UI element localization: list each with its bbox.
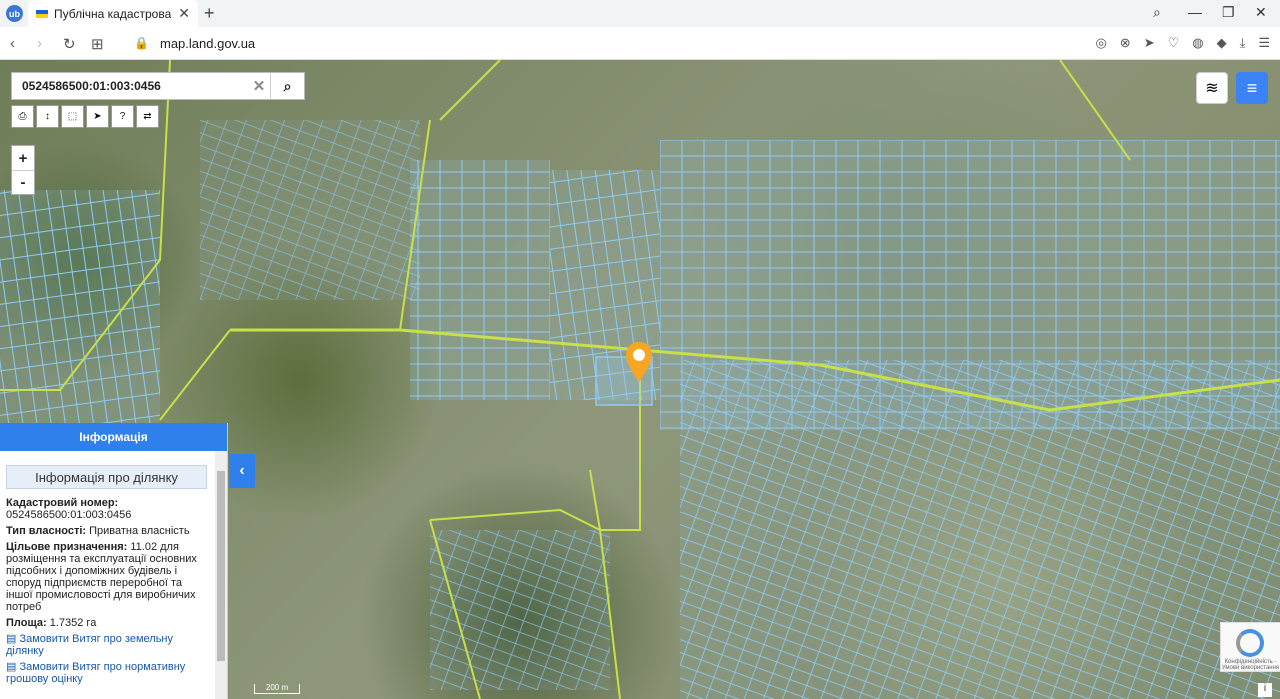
heart-icon[interactable]: ♡ [1168,35,1180,51]
area-value: 1.7352 га [49,617,97,629]
route-icon[interactable]: ⇄ [136,105,159,128]
zoom-control: + - [11,145,35,195]
map-tools: ⎙ ↕ ⬚ ➤ ? ⇄ [11,105,159,128]
measure-area-icon[interactable]: ⬚ [61,105,84,128]
info-icon[interactable]: i [1258,683,1272,697]
print-icon[interactable]: ⎙ [11,105,34,128]
recaptcha-badge[interactable]: Конфіденційність - Умови використання [1220,622,1280,672]
cube-icon[interactable]: ◆ [1217,35,1227,51]
browser-logo-icon[interactable]: ub [6,5,23,22]
order-extract-link[interactable]: ▤ Замовити Витяг про земельну ділянку [6,633,207,657]
maximize-icon[interactable]: ❐ [1222,4,1235,21]
hamburger-icon: ≡ [1246,77,1258,98]
settings-icon[interactable]: ☰ [1258,35,1270,51]
search-input[interactable]: 0524586500:01:003:0456 [12,79,248,93]
location-pin-icon[interactable] [624,340,654,384]
search-icon: ⌕ [283,77,292,94]
scale-bar: 200 m [254,684,300,694]
tab-title: Публічна кадастрова карта [54,6,174,21]
help-icon[interactable]: ? [111,105,134,128]
cadastral-label: Кадастровий номер: [6,497,119,509]
cadastral-search: 0524586500:01:003:0456 ✕ ⌕ [11,72,305,100]
grid-icon[interactable]: ⊞ [91,35,104,53]
panel-subheader: Інформація про ділянку [6,465,207,489]
panel-body: Кадастровий номер: 0524586500:01:003:045… [0,497,227,685]
address-bar: ‹ › ↻ ⊞ 🔒 map.land.gov.ua ◎ ⊗ ➤ ♡ ◍ ◆ ⤓ … [0,27,1280,60]
back-icon[interactable]: ‹ [10,35,15,52]
shield-icon[interactable]: ⊗ [1120,35,1131,51]
browser-tabbar: ub Публічна кадастрова карта ✕ + ⌕ — ❐ ✕ [0,0,1280,27]
toolbar-icons: ◎ ⊗ ➤ ♡ ◍ ◆ ⤓ ☰ [1095,35,1270,51]
cadastral-value: 0524586500:01:003:0456 [6,509,132,521]
layers-button[interactable]: ≋ [1196,72,1228,104]
scroll-thumb[interactable] [217,471,225,661]
zoom-in-button[interactable]: + [12,146,34,170]
menu-button[interactable]: ≡ [1236,72,1268,104]
reload-icon[interactable]: ↻ [63,35,76,53]
camera-icon[interactable]: ◎ [1095,35,1106,51]
order-valuation-link[interactable]: ▤ Замовити Витяг про нормативну грошову … [6,661,207,685]
measure-line-icon[interactable]: ↕ [36,105,59,128]
browser-tab[interactable]: Публічна кадастрова карта ✕ [28,0,198,27]
pointer-icon[interactable]: ➤ [86,105,109,128]
search-icon[interactable]: ⌕ [1153,4,1161,21]
download-icon[interactable]: ⤓ [1240,35,1246,51]
info-panel: Інформація Інформація про ділянку Кадаст… [0,423,228,699]
recaptcha-text: Конфіденційність - Умови використання [1221,659,1280,671]
area-label: Площа: [6,617,47,629]
send-icon[interactable]: ➤ [1144,35,1155,51]
close-window-icon[interactable]: ✕ [1255,4,1267,21]
document-icon: ▤ [6,661,17,673]
recaptcha-icon [1236,629,1264,657]
ownership-value: Приватна власність [89,525,190,537]
forward-icon[interactable]: › [37,35,42,52]
chevron-left-icon: ‹ [239,462,245,479]
minimize-icon[interactable]: — [1188,4,1202,20]
order-extract-label: Замовити Витяг про земельну ділянку [6,633,174,657]
url-field[interactable]: map.land.gov.ua [160,36,255,51]
flag-icon [36,9,48,18]
search-button[interactable]: ⌕ [270,73,304,99]
zoom-out-button[interactable]: - [12,170,34,194]
lock-icon: 🔒 [134,36,149,50]
extension-icon[interactable]: ◍ [1192,35,1203,51]
document-icon: ▤ [6,633,17,645]
ownership-label: Тип власності: [6,525,87,537]
order-valuation-label: Замовити Витяг про нормативну грошову оц… [6,661,186,685]
purpose-label: Цільове призначення: [6,541,128,553]
panel-header: Інформація [0,423,227,451]
collapse-panel-button[interactable]: ‹ [229,454,255,488]
layers-icon: ≋ [1205,80,1219,97]
panel-scrollbar[interactable] [215,451,227,699]
close-tab-icon[interactable]: ✕ [178,5,190,22]
new-tab-icon[interactable]: + [204,3,215,24]
clear-icon[interactable]: ✕ [248,77,270,95]
